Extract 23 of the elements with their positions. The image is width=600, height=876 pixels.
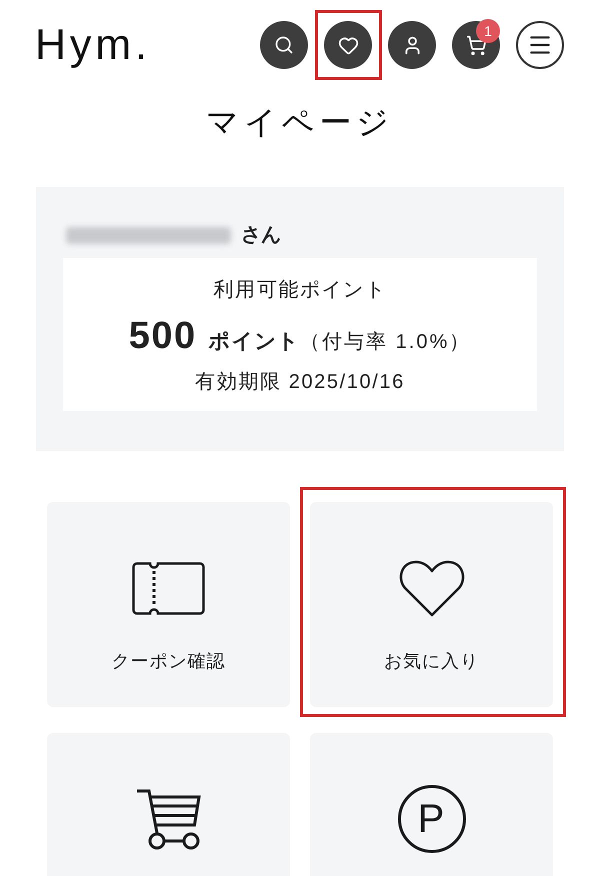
favorites-tile[interactable]: お気に入り bbox=[310, 502, 553, 707]
search-button[interactable] bbox=[260, 21, 308, 69]
heart-icon bbox=[398, 559, 466, 617]
expiry-date: 有効期限 2025/10/16 bbox=[195, 370, 405, 395]
logo[interactable]: Hym. bbox=[35, 21, 151, 69]
points-value: 500 bbox=[128, 314, 197, 359]
points-unit: ポイント bbox=[208, 329, 300, 355]
points-label: 利用可能ポイント bbox=[214, 278, 386, 303]
search-icon bbox=[274, 35, 294, 55]
circled-p-icon: P bbox=[398, 785, 466, 853]
grant-rate: （付与率 1.0%） bbox=[300, 330, 472, 355]
page-title: マイページ bbox=[205, 103, 395, 142]
cart-icon bbox=[136, 788, 200, 850]
favorites-button[interactable] bbox=[324, 21, 372, 69]
ticket-icon bbox=[132, 562, 205, 614]
cart-icon bbox=[466, 34, 486, 56]
points-tile[interactable]: P bbox=[310, 733, 553, 876]
heart-icon bbox=[338, 34, 358, 56]
cart-count-badge: 1 bbox=[476, 19, 500, 43]
menu-button[interactable] bbox=[516, 21, 564, 69]
coupon-tile[interactable]: クーポン確認 bbox=[47, 502, 290, 707]
account-button[interactable] bbox=[388, 21, 436, 69]
honorific: さん bbox=[241, 223, 281, 247]
